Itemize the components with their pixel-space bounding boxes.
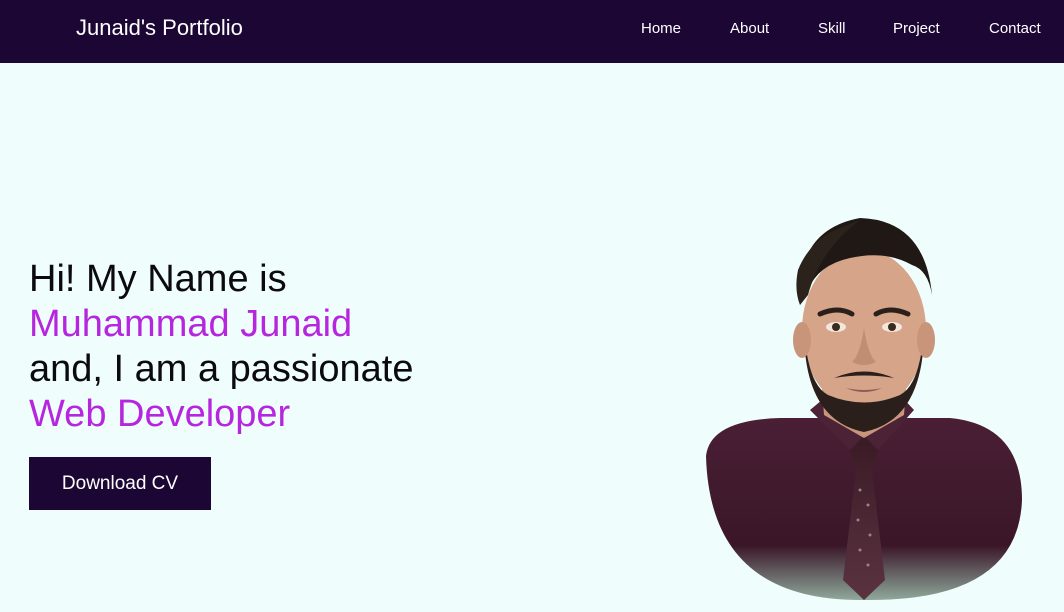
hero-intro: Hi! My Name is Muhammad Junaid and, I am… xyxy=(29,257,413,437)
nav-link-about[interactable]: About xyxy=(730,20,769,37)
nav-link-contact[interactable]: Contact xyxy=(989,20,1041,37)
brand-logo-link[interactable]: Junaid's Portfolio xyxy=(76,15,243,41)
hero-name: Muhammad Junaid xyxy=(29,303,353,345)
navbar: Junaid's Portfolio Home About Skill Proj… xyxy=(0,0,1064,63)
hero-role: Web Developer xyxy=(29,393,291,435)
nav-link-skill[interactable]: Skill xyxy=(818,20,846,37)
profile-photo-icon xyxy=(706,218,1022,601)
download-cv-button[interactable]: Download CV xyxy=(29,457,211,510)
nav-link-home[interactable]: Home xyxy=(641,20,681,37)
profile-photo xyxy=(700,210,1028,602)
hero-greeting: Hi! My Name is xyxy=(29,258,287,300)
hero-tagline: and, I am a passionate xyxy=(29,348,414,390)
nav-link-project[interactable]: Project xyxy=(893,20,940,37)
